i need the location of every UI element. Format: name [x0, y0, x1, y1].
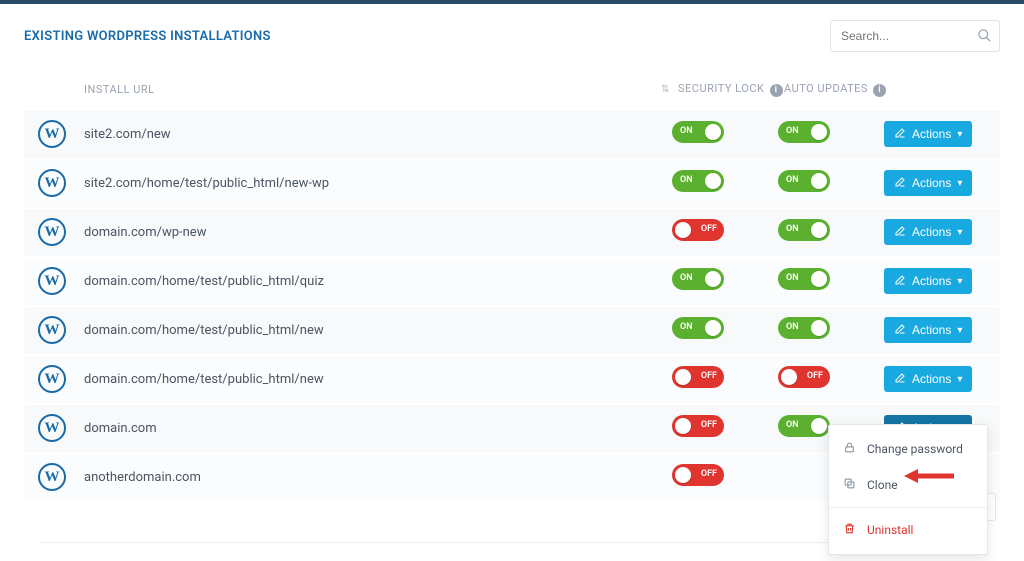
chevron-down-icon: ▾ [957, 227, 962, 238]
security-toggle[interactable]: ON [672, 170, 724, 192]
edit-icon [894, 372, 906, 387]
install-url[interactable]: domain.com/home/test/public_html/quiz [84, 274, 324, 289]
edit-icon [894, 127, 906, 142]
actions-button[interactable]: Actions▾ [884, 170, 972, 196]
trash-icon [843, 522, 857, 538]
security-toggle[interactable]: OFF [672, 366, 724, 388]
wordpress-icon: W [38, 267, 66, 295]
table-row: Wsite2.com/new ON ON Actions▾ [24, 111, 1000, 158]
table-row: Wsite2.com/home/test/public_html/new-wp … [24, 160, 1000, 207]
table-row: Wdomain.com/home/test/public_html/new ON… [24, 307, 1000, 354]
wordpress-icon: W [38, 169, 66, 197]
info-icon[interactable]: i [770, 84, 783, 97]
table-row: Wdomain.com/home/test/public_html/quiz O… [24, 258, 1000, 305]
install-url[interactable]: domain.com [84, 421, 157, 436]
updates-toggle[interactable]: ON [778, 170, 830, 192]
updates-toggle[interactable]: ON [778, 317, 830, 339]
actions-button[interactable]: Actions▾ [884, 366, 972, 392]
actions-button[interactable]: Actions▾ [884, 317, 972, 343]
table-header: INSTALL URL ⇅ SECURITY LOCK i AUTO UPDAT… [24, 74, 1000, 111]
security-toggle[interactable]: OFF [672, 415, 724, 437]
menu-change-password[interactable]: Change password [829, 431, 987, 467]
search-box [830, 20, 1000, 52]
actions-button[interactable]: Actions▾ [884, 121, 972, 147]
wordpress-icon: W [38, 218, 66, 246]
chevron-down-icon: ▾ [957, 325, 962, 336]
sort-icon[interactable]: ⇅ [661, 84, 670, 95]
table-row: Wdomain.com/wp-new OFF ON Actions▾ [24, 209, 1000, 256]
wordpress-icon: W [38, 120, 66, 148]
updates-toggle[interactable]: ON [778, 219, 830, 241]
edit-icon [894, 176, 906, 191]
table-row: Wdomain.com/home/test/public_html/new OF… [24, 356, 1000, 403]
wordpress-icon: W [38, 463, 66, 491]
install-url[interactable]: site2.com/new [84, 127, 171, 142]
copy-icon [843, 477, 857, 493]
actions-button[interactable]: Actions▾ [884, 219, 972, 245]
install-url[interactable]: domain.com/home/test/public_html/new [84, 372, 324, 387]
updates-toggle[interactable]: ON [778, 268, 830, 290]
updates-toggle[interactable]: ON [778, 415, 830, 437]
install-url[interactable]: domain.com/home/test/public_html/new [84, 323, 324, 338]
chevron-down-icon: ▾ [957, 129, 962, 140]
menu-separator [829, 507, 987, 508]
actions-button[interactable]: Actions▾ [884, 268, 972, 294]
chevron-down-icon: ▾ [957, 178, 962, 189]
chevron-down-icon: ▾ [957, 276, 962, 287]
edit-icon [894, 323, 906, 338]
install-url[interactable]: site2.com/home/test/public_html/new-wp [84, 176, 329, 191]
col-install-url[interactable]: INSTALL URL [84, 83, 155, 96]
search-input[interactable] [830, 20, 1000, 52]
wordpress-icon: W [38, 365, 66, 393]
install-url[interactable]: anotherdomain.com [84, 470, 201, 485]
security-toggle[interactable]: ON [672, 268, 724, 290]
info-icon[interactable]: i [873, 84, 886, 97]
security-toggle[interactable]: OFF [672, 464, 724, 486]
install-url[interactable]: domain.com/wp-new [84, 225, 206, 240]
col-security-lock: SECURITY LOCK [678, 82, 764, 95]
edit-icon [894, 274, 906, 289]
page-title: EXISTING WORDPRESS INSTALLATIONS [24, 29, 271, 44]
security-toggle[interactable]: ON [672, 121, 724, 143]
col-auto-updates: AUTO UPDATES [784, 82, 868, 95]
search-icon [977, 28, 992, 47]
updates-toggle[interactable]: OFF [778, 366, 830, 388]
chevron-down-icon: ▾ [957, 374, 962, 385]
wordpress-icon: W [38, 316, 66, 344]
menu-uninstall[interactable]: Uninstall [829, 512, 987, 548]
lock-icon [843, 441, 857, 457]
security-toggle[interactable]: OFF [672, 219, 724, 241]
menu-clone[interactable]: Clone [829, 467, 987, 503]
actions-dropdown: Change password Clone Uninstall [828, 424, 988, 555]
updates-toggle[interactable]: ON [778, 121, 830, 143]
wordpress-icon: W [38, 414, 66, 442]
edit-icon [894, 225, 906, 240]
security-toggle[interactable]: ON [672, 317, 724, 339]
